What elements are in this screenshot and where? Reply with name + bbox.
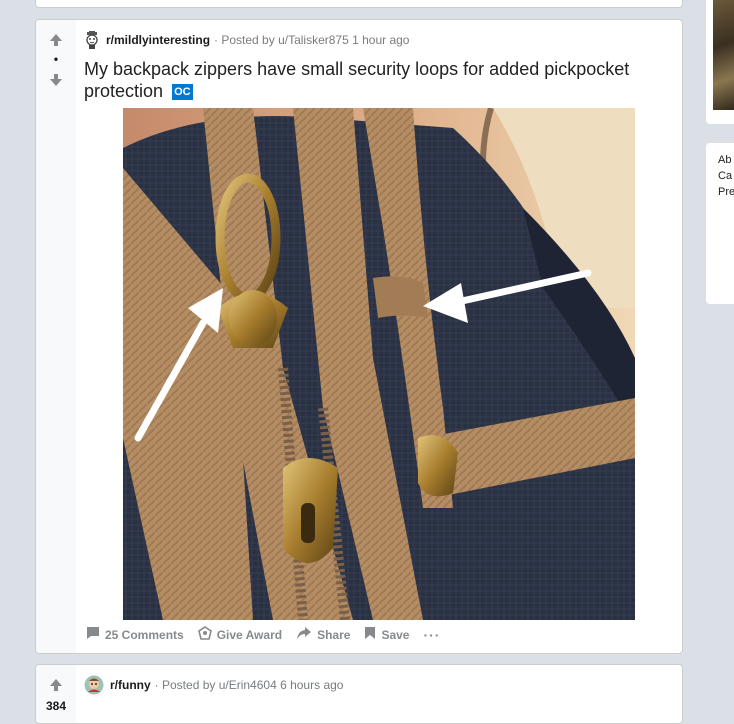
sidebar-thumbnail xyxy=(713,0,734,110)
subreddit-avatar-icon[interactable] xyxy=(84,675,104,695)
post-card-2[interactable]: 384 r/funny · Posted by u/Erin4604 6 hou… xyxy=(35,664,683,724)
save-button[interactable]: Save xyxy=(362,624,411,645)
vote-score: • xyxy=(53,52,59,66)
sidebar-info-card: Ab Ca Pre xyxy=(706,143,734,304)
post-title-text[interactable]: My backpack zippers have small security … xyxy=(84,59,629,101)
share-label: Share xyxy=(317,627,351,642)
post-title[interactable]: My backpack zippers have small security … xyxy=(84,58,664,102)
give-award-button[interactable]: Give Award xyxy=(196,624,284,645)
more-options-button[interactable]: ··· xyxy=(421,624,442,645)
post-meta: r/mildlyinteresting · Posted by u/Talisk… xyxy=(84,31,409,49)
subreddit-avatar-icon[interactable] xyxy=(84,31,100,49)
more-options-label: ··· xyxy=(423,626,441,643)
sidebar-line-2: Ca xyxy=(718,170,733,182)
posted-by-text[interactable]: · Posted by u/Erin4604 6 hours ago xyxy=(155,678,344,692)
sidebar-image-card[interactable] xyxy=(706,0,734,124)
award-icon xyxy=(197,626,212,643)
oc-flair-badge: OC xyxy=(172,84,193,101)
arrow-up-icon[interactable] xyxy=(48,677,64,693)
vote-column: • xyxy=(36,20,76,653)
vote-score-2: 384 xyxy=(45,699,67,713)
subreddit-link[interactable]: r/funny xyxy=(110,678,151,692)
post-image[interactable] xyxy=(123,107,635,621)
bookmark-icon xyxy=(364,626,376,643)
posted-by-text[interactable]: · Posted by u/Talisker875 1 hour ago xyxy=(214,33,409,47)
sidebar-line-1: Ab xyxy=(718,154,732,166)
previous-post-card xyxy=(35,0,683,8)
arrow-up-icon[interactable] xyxy=(48,32,64,48)
post-actions: 25 Comments Give Award Share Save ··· xyxy=(84,624,452,645)
share-button[interactable]: Share xyxy=(294,624,352,645)
save-label: Save xyxy=(381,627,410,642)
post-meta-2: r/funny · Posted by u/Erin4604 6 hours a… xyxy=(84,675,343,695)
comments-label: 25 Comments xyxy=(105,627,184,642)
arrow-down-icon[interactable] xyxy=(48,72,64,88)
vote-column-2: 384 xyxy=(36,665,76,723)
comments-button[interactable]: 25 Comments xyxy=(84,624,186,645)
comment-icon xyxy=(86,626,100,643)
post-card[interactable]: • r/mildlyinteresting · Posted by u/Tali… xyxy=(35,19,683,654)
share-icon xyxy=(296,626,312,643)
subreddit-link[interactable]: r/mildlyinteresting xyxy=(106,33,210,47)
award-label: Give Award xyxy=(216,627,283,642)
sidebar-line-3: Pre xyxy=(718,186,734,198)
